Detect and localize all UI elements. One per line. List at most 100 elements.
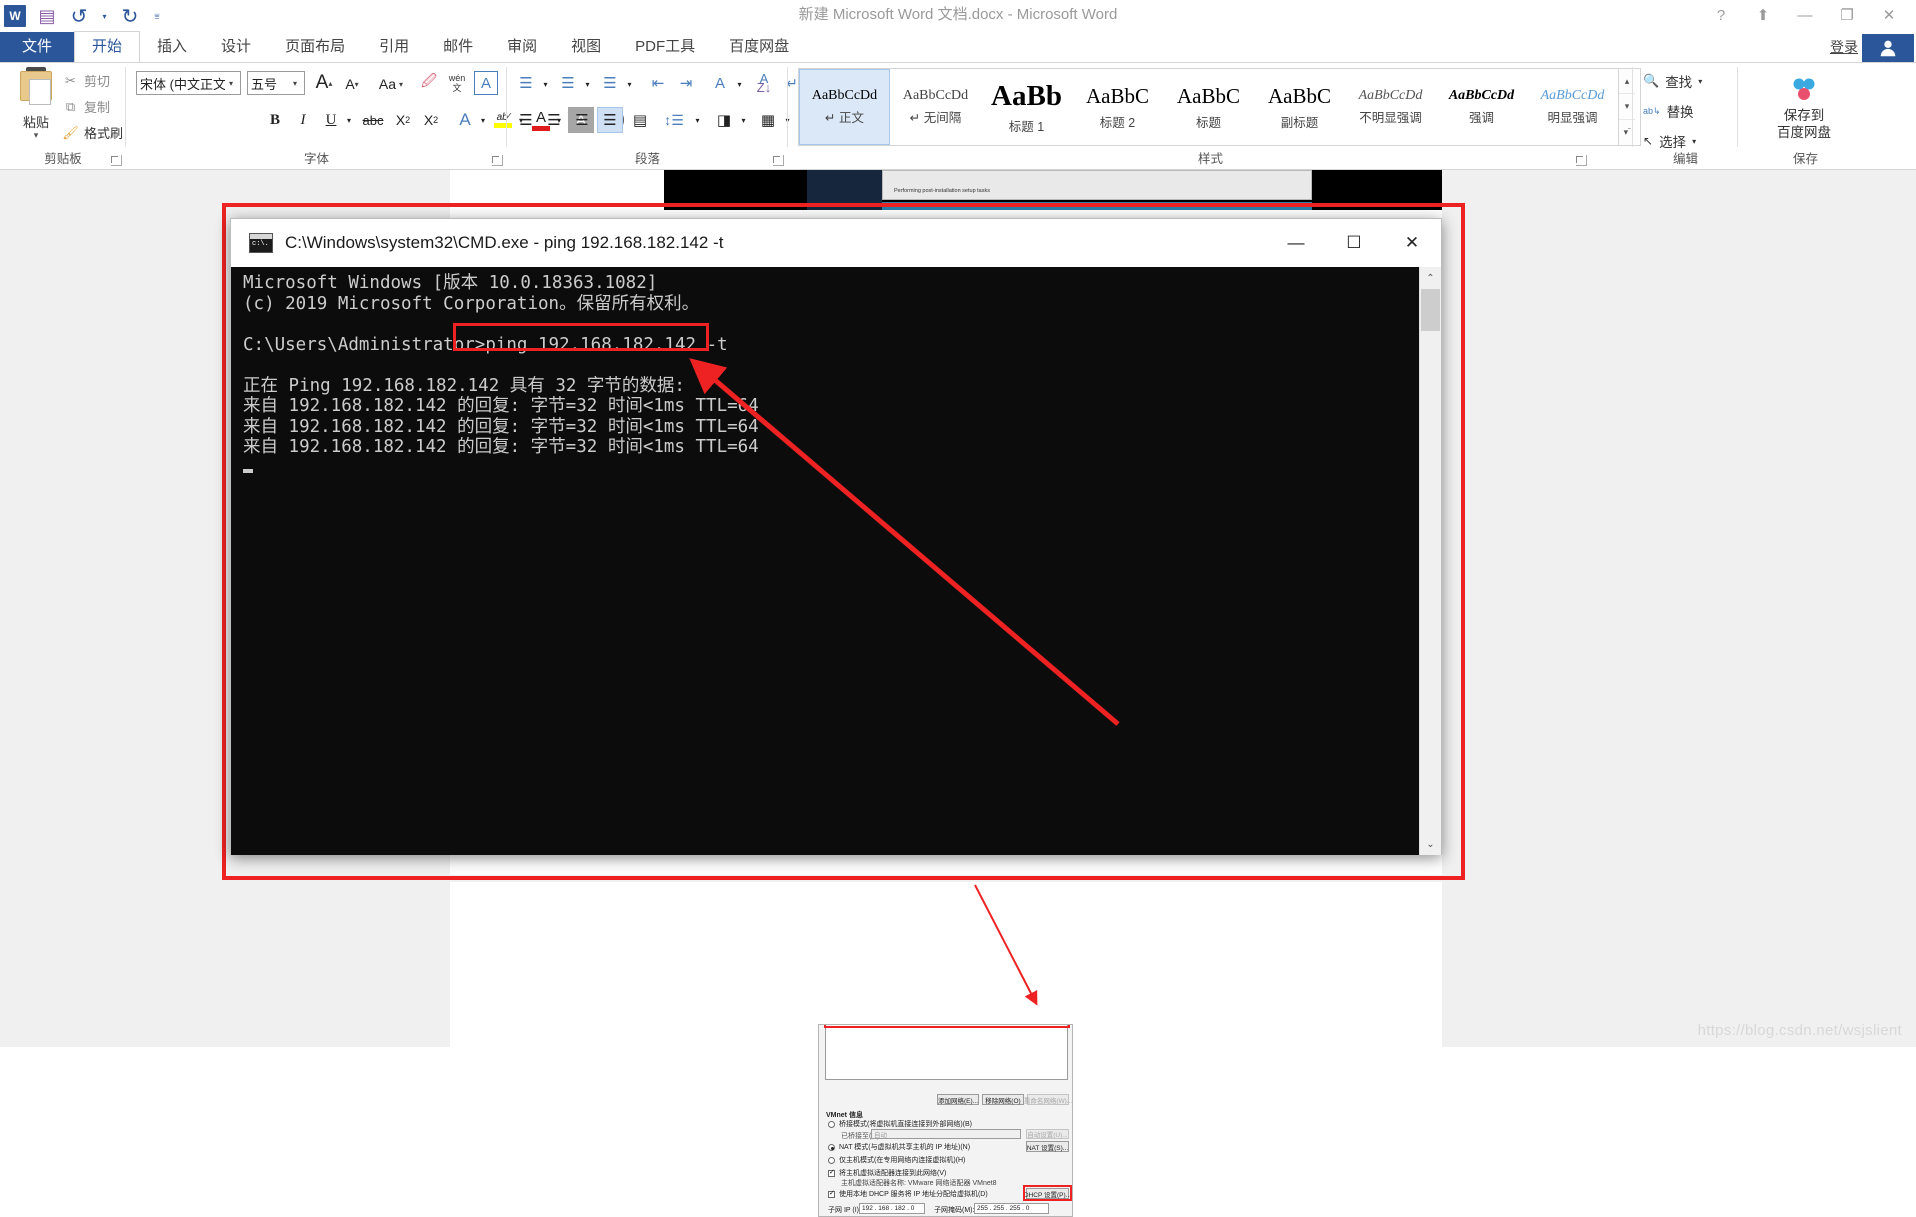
- styles-gallery[interactable]: AaBbCcDd ↵ 正文 AaBbCcDd ↵ 无间隔 AaBb 标题 1 A…: [798, 68, 1641, 146]
- ribbon-display-options-icon[interactable]: ⬆: [1742, 0, 1784, 30]
- cmd-console-body[interactable]: Microsoft Windows [版本 10.0.18363.1082] (…: [231, 267, 1441, 855]
- scrollbar-thumb[interactable]: [1421, 289, 1440, 331]
- multilevel-list-dropdown-icon[interactable]: ▾: [623, 75, 636, 93]
- numbered-list-icon[interactable]: ☰: [555, 71, 581, 95]
- style-item-body[interactable]: AaBbCcDd ↵ 正文: [799, 69, 890, 145]
- local-dhcp-checkbox[interactable]: [828, 1189, 835, 1198]
- auto-settings-button[interactable]: 自动设置(U)...: [1026, 1129, 1069, 1139]
- underline-dropdown-icon[interactable]: ▾: [342, 110, 356, 130]
- style-item-intense-emphasis[interactable]: AaBbCcDd 明显强调: [1527, 69, 1618, 145]
- style-item-emphasis[interactable]: AaBbCcDd 强调: [1436, 69, 1527, 145]
- vmware-network-editor-screenshot[interactable]: VMnet1 仅主机 - 已连接 已启用 192.168.235.0 VMnet…: [818, 1024, 1073, 1217]
- minimize-icon[interactable]: —: [1784, 0, 1826, 30]
- tab-view[interactable]: 视图: [554, 32, 618, 62]
- asian-layout-dropdown-icon[interactable]: ▾: [733, 75, 746, 93]
- sign-in-link[interactable]: 登录: [1830, 32, 1858, 62]
- font-dialog-launcher[interactable]: [492, 155, 503, 166]
- vmware-network-list[interactable]: VMnet1 仅主机 - 已连接 已启用 192.168.235.0 VMnet…: [825, 1025, 1068, 1080]
- increase-indent-icon[interactable]: ⇥: [673, 71, 699, 95]
- paragraph-dialog-launcher[interactable]: [773, 155, 784, 166]
- scroll-up-icon[interactable]: ⌃: [1420, 267, 1441, 289]
- rename-network-button[interactable]: 重命名网络(W)...: [1024, 1094, 1072, 1105]
- italic-button[interactable]: I: [290, 107, 316, 133]
- add-network-button[interactable]: 添加网络(E)...: [937, 1094, 979, 1105]
- nat-settings-button[interactable]: NAT 设置(S)...: [1026, 1141, 1069, 1152]
- multilevel-list-icon[interactable]: ☰: [597, 71, 623, 95]
- styles-dialog-launcher[interactable]: [1576, 155, 1587, 166]
- align-center-icon[interactable]: ☰: [541, 107, 567, 133]
- tab-references[interactable]: 引用: [362, 32, 426, 62]
- bullet-list-icon[interactable]: ☰: [513, 71, 539, 95]
- grow-font-button[interactable]: A ▴: [311, 71, 337, 95]
- numbered-list-dropdown-icon[interactable]: ▾: [581, 75, 594, 93]
- cmd-window[interactable]: C:\Windows\system32\CMD.exe - ping 192.1…: [230, 218, 1442, 855]
- align-right-icon[interactable]: ☰: [569, 107, 595, 133]
- select-dropdown-icon[interactable]: ▾: [1692, 137, 1696, 146]
- subnet-mask-input[interactable]: 255 . 255 . 255 . 0: [974, 1203, 1049, 1214]
- find-button[interactable]: 🔍 查找 ▾: [1643, 71, 1702, 91]
- strikethrough-button[interactable]: abc: [358, 109, 388, 131]
- style-item-heading-2[interactable]: AaBbC 标题 2: [1072, 69, 1163, 145]
- line-spacing-icon[interactable]: ↕☰: [661, 107, 687, 133]
- connect-host-adapter-checkbox[interactable]: [828, 1168, 835, 1177]
- align-justify-icon[interactable]: ☰: [597, 107, 623, 133]
- tab-home[interactable]: 开始: [74, 31, 141, 62]
- cut-button[interactable]: ✂ 剪切: [62, 71, 110, 90]
- cmd-title-bar[interactable]: C:\Windows\system32\CMD.exe - ping 192.1…: [231, 219, 1441, 267]
- bold-button[interactable]: B: [262, 107, 288, 133]
- font-size-combobox[interactable]: 五号 ▾: [247, 71, 305, 95]
- cmd-minimize-icon[interactable]: —: [1267, 219, 1325, 267]
- chevron-down-icon[interactable]: ▾: [225, 79, 237, 88]
- replace-button[interactable]: ab↳ 替换: [1643, 101, 1694, 121]
- tab-pdf-tools[interactable]: PDF工具: [618, 32, 712, 62]
- cmd-maximize-icon[interactable]: ☐: [1325, 219, 1383, 267]
- close-icon[interactable]: ✕: [1868, 0, 1910, 30]
- decrease-indent-icon[interactable]: ⇤: [645, 71, 671, 95]
- help-icon[interactable]: ?: [1700, 0, 1742, 30]
- style-item-heading-1[interactable]: AaBb 标题 1: [981, 69, 1072, 145]
- window-controls[interactable]: ? ⬆ — ❐ ✕: [1700, 0, 1910, 30]
- sort-icon[interactable]: A Z↓: [751, 71, 777, 95]
- style-item-subtitle[interactable]: AaBbC 副标题: [1254, 69, 1345, 145]
- underline-button[interactable]: U: [318, 107, 344, 133]
- remove-network-button[interactable]: 移除网络(O): [982, 1094, 1024, 1105]
- nat-radio[interactable]: [828, 1144, 835, 1151]
- chevron-down-icon[interactable]: ▾: [289, 79, 301, 88]
- borders-icon[interactable]: ▦: [755, 107, 781, 133]
- bridged-to-select[interactable]: 自动: [871, 1129, 1021, 1139]
- tab-baidu-pan[interactable]: 百度网盘: [712, 32, 806, 62]
- find-dropdown-icon[interactable]: ▾: [1698, 77, 1702, 86]
- avatar[interactable]: [1862, 34, 1914, 62]
- bridged-radio[interactable]: [828, 1121, 835, 1128]
- text-effects-dropdown-icon[interactable]: ▾: [476, 110, 490, 130]
- superscript-button[interactable]: X2: [418, 107, 444, 133]
- font-name-combobox[interactable]: 宋体 (中文正文 ▾: [136, 71, 241, 95]
- restore-icon[interactable]: ❐: [1826, 0, 1868, 30]
- character-border-icon[interactable]: A: [474, 71, 498, 95]
- cmd-close-icon[interactable]: ✕: [1383, 219, 1441, 267]
- cmd-window-controls[interactable]: — ☐ ✕: [1267, 219, 1441, 267]
- tab-design[interactable]: 设计: [204, 32, 268, 62]
- subscript-button[interactable]: X2: [390, 107, 416, 133]
- tab-mailings[interactable]: 邮件: [426, 32, 490, 62]
- host-only-radio[interactable]: [828, 1157, 835, 1164]
- tab-insert[interactable]: 插入: [140, 32, 204, 62]
- phonetic-guide-icon[interactable]: wén 文: [444, 70, 470, 96]
- style-item-title[interactable]: AaBbC 标题: [1163, 69, 1254, 145]
- paste-button[interactable]: 粘贴 ▾: [10, 67, 62, 140]
- asian-layout-icon[interactable]: A: [707, 71, 733, 95]
- shading-dropdown-icon[interactable]: ▾: [737, 110, 750, 130]
- tab-review[interactable]: 审阅: [490, 32, 554, 62]
- cmd-scrollbar[interactable]: ⌃ ⌄: [1419, 267, 1441, 855]
- bullet-list-dropdown-icon[interactable]: ▾: [539, 75, 552, 93]
- text-effects-icon[interactable]: A: [452, 107, 478, 133]
- align-left-icon[interactable]: ☰: [513, 107, 539, 133]
- distribute-icon[interactable]: ▤: [627, 107, 653, 133]
- style-item-subtle-emphasis[interactable]: AaBbCcDd 不明显强调: [1345, 69, 1436, 145]
- subnet-ip-input[interactable]: 192 . 168 . 182 . 0: [859, 1203, 925, 1214]
- format-painter-button[interactable]: 🖌 格式刷: [62, 123, 123, 142]
- clear-formatting-icon[interactable]: 🖉: [416, 71, 442, 95]
- save-to-baidu-button[interactable]: 保存到 百度网盘: [1758, 73, 1850, 141]
- ribbon-tabs[interactable]: 文件 开始 插入 设计 页面布局 引用 邮件 审阅 视图 PDF工具 百度网盘: [0, 31, 806, 62]
- style-item-no-spacing[interactable]: AaBbCcDd ↵ 无间隔: [890, 69, 981, 145]
